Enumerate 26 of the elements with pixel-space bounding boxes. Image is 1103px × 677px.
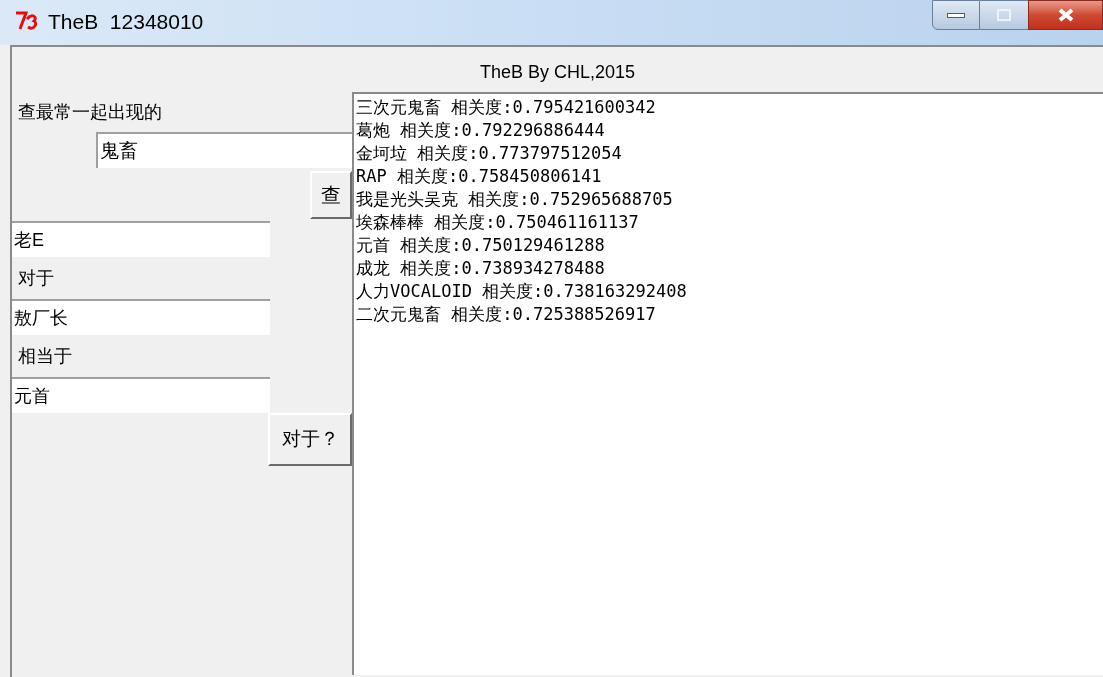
result-item[interactable]: 金坷垃 相关度:0.773797512054 bbox=[356, 142, 622, 165]
result-item[interactable]: 葛炮 相关度:0.792296886444 bbox=[356, 119, 605, 142]
relation-label: 对于 bbox=[17, 266, 55, 290]
word-field[interactable]: 元首 bbox=[12, 377, 270, 413]
relation-label: 相当于 bbox=[17, 344, 73, 368]
window-title: TheB 12348010 bbox=[48, 9, 204, 35]
result-item[interactable]: 人力VOCALOID 相关度:0.738163292408 bbox=[356, 280, 687, 303]
results-listbox[interactable] bbox=[352, 92, 1103, 675]
search-button[interactable]: 查 bbox=[310, 171, 352, 219]
result-item[interactable]: 二次元鬼畜 相关度:0.725388526917 bbox=[356, 303, 656, 326]
result-item[interactable]: 元首 相关度:0.750129461288 bbox=[356, 234, 605, 257]
result-item[interactable]: 我是光头吴克 相关度:0.752965688705 bbox=[356, 188, 673, 211]
app-header: TheB By CHL,2015 bbox=[478, 61, 637, 84]
close-icon bbox=[1056, 8, 1075, 22]
search-label: 查最常一起出现的 bbox=[17, 100, 163, 124]
result-item[interactable]: 三次元鬼畜 相关度:0.795421600342 bbox=[356, 96, 656, 119]
result-item[interactable]: RAP 相关度:0.758450806141 bbox=[356, 165, 602, 188]
close-button[interactable] bbox=[1028, 0, 1103, 30]
word-field[interactable]: 老E bbox=[12, 221, 270, 257]
minimize-button[interactable] bbox=[932, 0, 980, 30]
result-item[interactable]: 埃森棒棒 相关度:0.750461161137 bbox=[356, 211, 639, 234]
search-field[interactable]: 鬼畜 bbox=[96, 132, 352, 168]
maximize-button[interactable] bbox=[980, 0, 1028, 30]
analogy-button[interactable]: 对于？ bbox=[268, 413, 352, 466]
result-item[interactable]: 成龙 相关度:0.738934278488 bbox=[356, 257, 605, 280]
word-field[interactable]: 敖厂长 bbox=[12, 299, 270, 335]
